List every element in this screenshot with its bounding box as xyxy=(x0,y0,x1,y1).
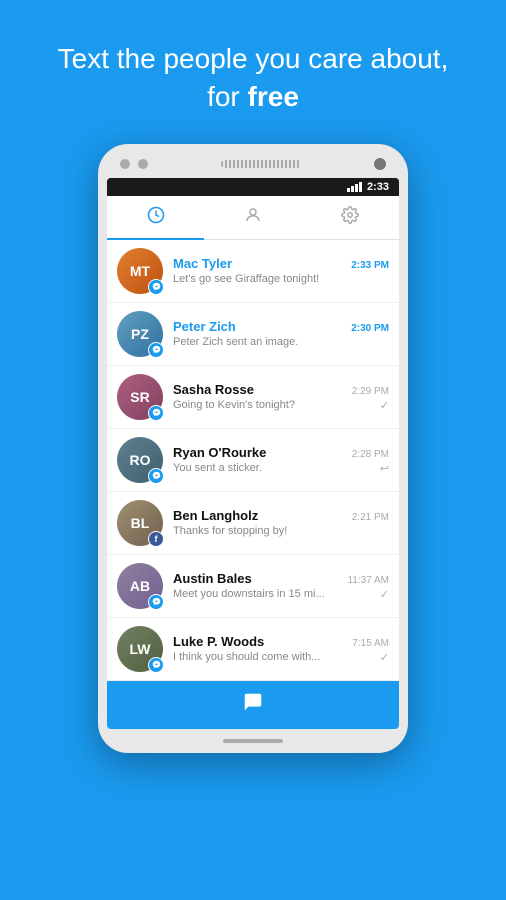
conv-info: Sasha Rosse 2:29 PM Going to Kevin's ton… xyxy=(173,382,389,412)
conv-name: Ryan O'Rourke xyxy=(173,445,266,460)
person-icon xyxy=(244,206,262,229)
conv-top: Austin Bales 11:37 AM xyxy=(173,571,389,586)
chat-icon xyxy=(242,691,264,719)
gear-icon xyxy=(341,206,359,229)
conversation-item[interactable]: AB Austin Bales 11:37 AM Meet you downst… xyxy=(107,555,399,618)
conversation-item[interactable]: PZ Peter Zich 2:30 PM Peter Zich sent an… xyxy=(107,303,399,366)
conv-name: Mac Tyler xyxy=(173,256,232,271)
avatar-wrap: MT xyxy=(117,248,163,294)
headline-bold: free xyxy=(248,81,299,112)
facebook-badge: f xyxy=(148,531,164,547)
conv-preview: Going to Kevin's tonight? xyxy=(173,399,376,411)
conv-preview: I think you should come with... xyxy=(173,651,376,663)
conv-preview: Peter Zich sent an image. xyxy=(173,336,385,348)
phone-bottom xyxy=(106,729,400,753)
conv-bottom: Peter Zich sent an image. xyxy=(173,336,389,348)
conv-name: Austin Bales xyxy=(173,571,252,586)
tab-bar xyxy=(107,196,399,240)
conv-bottom: Going to Kevin's tonight? ✓ xyxy=(173,399,389,412)
conv-preview: You sent a sticker. xyxy=(173,462,376,474)
headline: Text the people you care about, for free xyxy=(0,40,506,116)
conv-bottom: You sent a sticker. ↩ xyxy=(173,462,389,475)
conv-time: 2:21 PM xyxy=(352,512,389,523)
conv-top: Ryan O'Rourke 2:28 PM xyxy=(173,445,389,460)
messenger-badge xyxy=(148,594,164,610)
signal-bar-2 xyxy=(351,186,354,192)
conv-status: ✓ xyxy=(380,651,389,664)
conv-status: ✓ xyxy=(380,399,389,412)
conv-top: Peter Zich 2:30 PM xyxy=(173,319,389,334)
conv-time: 11:37 AM xyxy=(347,575,389,586)
signal-icon xyxy=(347,182,362,192)
phone-dots xyxy=(120,159,148,169)
status-time: 2:33 xyxy=(367,181,389,193)
phone-dot-2 xyxy=(138,159,148,169)
messenger-badge xyxy=(148,279,164,295)
phone-speaker xyxy=(221,160,301,168)
conv-info: Peter Zich 2:30 PM Peter Zich sent an im… xyxy=(173,319,389,348)
conv-bottom: I think you should come with... ✓ xyxy=(173,651,389,664)
conv-name: Luke P. Woods xyxy=(173,634,264,649)
conversation-item[interactable]: LW Luke P. Woods 7:15 AM I think you sho… xyxy=(107,618,399,681)
conv-time: 2:29 PM xyxy=(352,386,389,397)
conversation-item[interactable]: RO Ryan O'Rourke 2:28 PM You sent a stic… xyxy=(107,429,399,492)
conv-time: 2:33 PM xyxy=(351,260,389,271)
phone-top-bar xyxy=(106,158,400,170)
phone-dot-1 xyxy=(120,159,130,169)
conv-top: Luke P. Woods 7:15 AM xyxy=(173,634,389,649)
conversation-item[interactable]: BL f Ben Langholz 2:21 PM Thanks for sto… xyxy=(107,492,399,555)
conv-time: 2:28 PM xyxy=(352,449,389,460)
conv-top: Mac Tyler 2:33 PM xyxy=(173,256,389,271)
signal-bar-4 xyxy=(359,182,362,192)
conv-name: Ben Langholz xyxy=(173,508,258,523)
conv-status: ↩ xyxy=(380,462,389,475)
conversation-item[interactable]: SR Sasha Rosse 2:29 PM Going to Kevin's … xyxy=(107,366,399,429)
conv-info: Mac Tyler 2:33 PM Let's go see Giraffage… xyxy=(173,256,389,285)
tab-recent[interactable] xyxy=(107,196,204,239)
clock-icon xyxy=(147,206,165,229)
avatar-wrap: BL f xyxy=(117,500,163,546)
signal-bar-3 xyxy=(355,184,358,192)
conv-time: 2:30 PM xyxy=(351,323,389,334)
conv-name: Peter Zich xyxy=(173,319,236,334)
conv-bottom: Thanks for stopping by! xyxy=(173,525,389,537)
conv-info: Ben Langholz 2:21 PM Thanks for stopping… xyxy=(173,508,389,537)
app-content: MT Mac Tyler 2:33 PM Let's go see Giraff… xyxy=(107,196,399,729)
conv-preview: Meet you downstairs in 15 mi... xyxy=(173,588,376,600)
conv-info: Luke P. Woods 7:15 AM I think you should… xyxy=(173,634,389,664)
tab-settings[interactable] xyxy=(302,196,399,239)
phone-shell: 2:33 xyxy=(98,144,408,753)
conv-preview: Thanks for stopping by! xyxy=(173,525,385,537)
avatar-wrap: SR xyxy=(117,374,163,420)
conv-name: Sasha Rosse xyxy=(173,382,254,397)
conv-preview: Let's go see Giraffage tonight! xyxy=(173,273,385,285)
conv-time: 7:15 AM xyxy=(352,638,389,649)
conv-bottom: Meet you downstairs in 15 mi... ✓ xyxy=(173,588,389,601)
conv-bottom: Let's go see Giraffage tonight! xyxy=(173,273,389,285)
conv-top: Sasha Rosse 2:29 PM xyxy=(173,382,389,397)
conv-top: Ben Langholz 2:21 PM xyxy=(173,508,389,523)
conversation-item[interactable]: MT Mac Tyler 2:33 PM Let's go see Giraff… xyxy=(107,240,399,303)
home-bar xyxy=(223,739,283,743)
phone-camera xyxy=(374,158,386,170)
signal-bar-1 xyxy=(347,188,350,192)
phone-screen: 2:33 xyxy=(107,178,399,729)
messenger-badge xyxy=(148,342,164,358)
status-bar: 2:33 xyxy=(107,178,399,196)
tab-contacts[interactable] xyxy=(204,196,301,239)
conv-status: ✓ xyxy=(380,588,389,601)
avatar-wrap: PZ xyxy=(117,311,163,357)
avatar-wrap: RO xyxy=(117,437,163,483)
messenger-badge xyxy=(148,468,164,484)
bottom-bar xyxy=(107,681,399,729)
conv-info: Ryan O'Rourke 2:28 PM You sent a sticker… xyxy=(173,445,389,475)
conversation-list: MT Mac Tyler 2:33 PM Let's go see Giraff… xyxy=(107,240,399,681)
avatar-wrap: AB xyxy=(117,563,163,609)
conv-info: Austin Bales 11:37 AM Meet you downstair… xyxy=(173,571,389,601)
messenger-badge xyxy=(148,405,164,421)
messenger-badge xyxy=(148,657,164,673)
avatar-wrap: LW xyxy=(117,626,163,672)
